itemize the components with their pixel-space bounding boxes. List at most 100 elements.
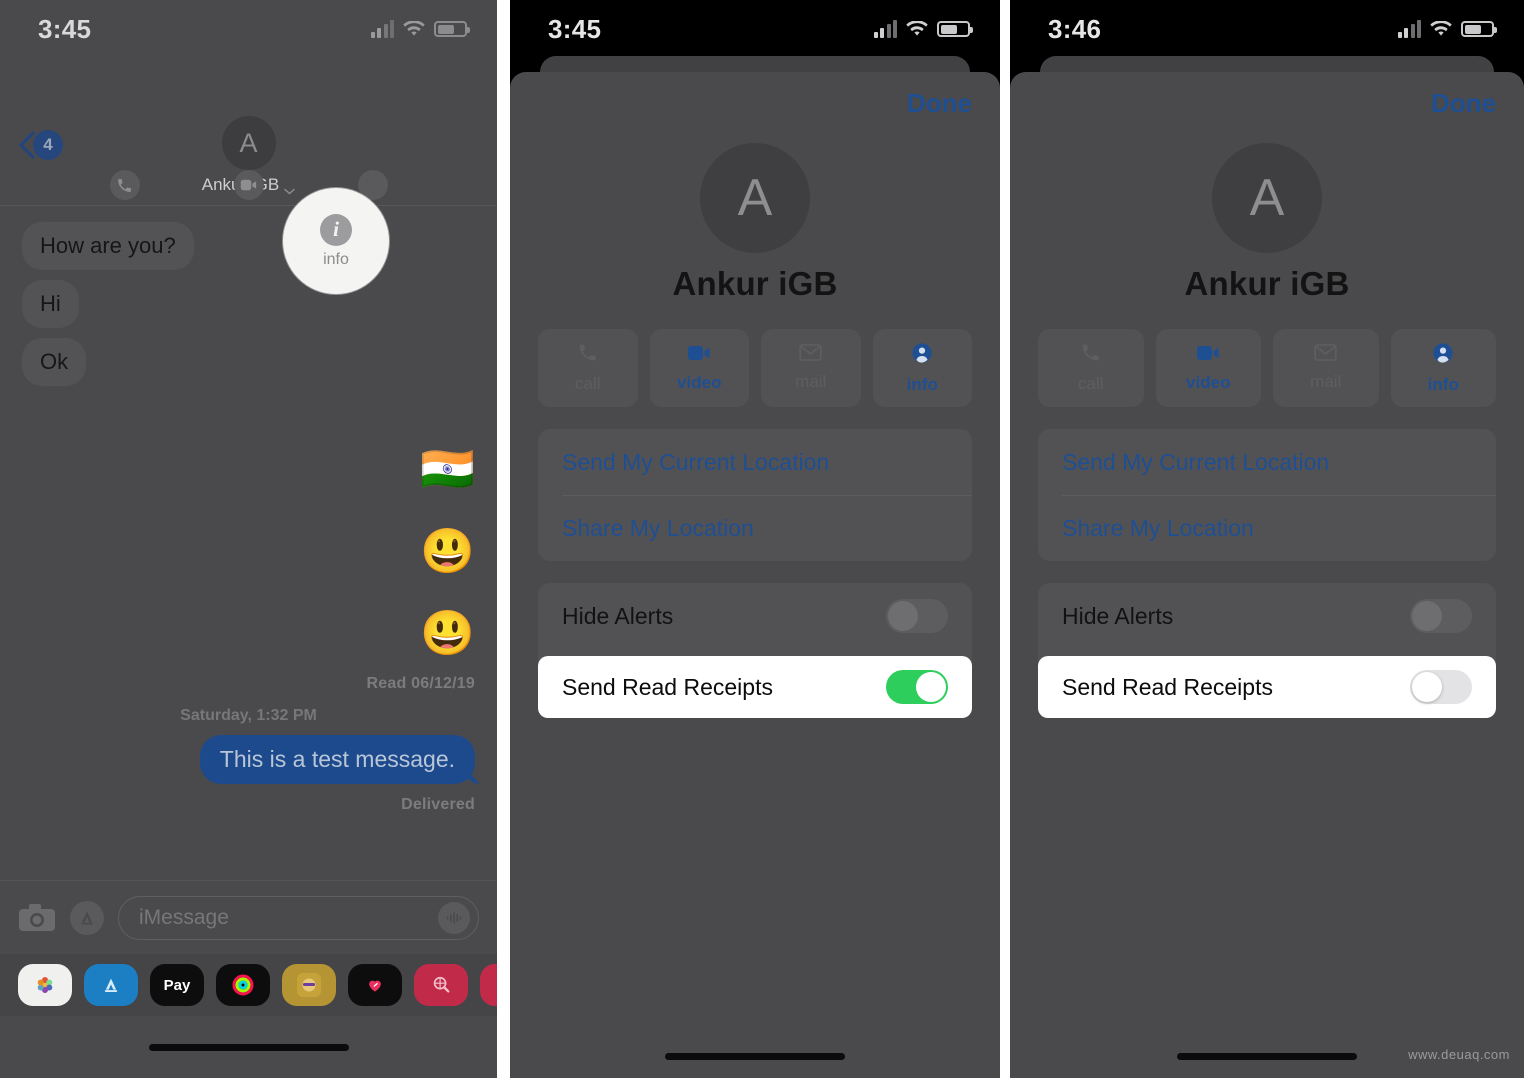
- send-read-receipts-label: Send Read Receipts: [562, 673, 773, 700]
- tile-info[interactable]: info: [1390, 329, 1496, 407]
- message-row: How are you?: [22, 222, 475, 280]
- send-read-receipts-toggle[interactable]: [886, 670, 948, 704]
- panel-details-read-receipts-on: 3:45 Done A Ankur iGB call video mail in…: [510, 0, 1000, 1078]
- memoji-app-icon[interactable]: [282, 964, 336, 1006]
- share-my-location-row[interactable]: Share My Location: [1038, 495, 1496, 561]
- status-bar-time: 3:45: [38, 13, 92, 44]
- send-current-location-row[interactable]: Send My Current Location: [538, 429, 972, 495]
- avatar: A: [700, 143, 810, 253]
- message-row: 😃: [22, 520, 475, 584]
- status-bar: 3:45: [510, 0, 1000, 58]
- music-app-icon[interactable]: [480, 964, 497, 1006]
- imessage-app-drawer[interactable]: Pay: [0, 954, 497, 1016]
- send-current-location-row[interactable]: Send My Current Location: [1038, 429, 1496, 495]
- apple-pay-app-icon[interactable]: Pay: [150, 964, 204, 1006]
- hide-alerts-label: Hide Alerts: [562, 602, 674, 629]
- outgoing-bubble: This is a test message.: [199, 735, 475, 785]
- wifi-icon: [1430, 20, 1452, 38]
- contact-name: Ankur iGB: [672, 265, 838, 302]
- location-group: Send My Current Location Share My Locati…: [1038, 429, 1496, 561]
- message-row: Ok: [22, 338, 475, 396]
- info-button-label: info: [323, 250, 349, 268]
- envelope-icon: [1314, 344, 1337, 366]
- cellular-signal-icon: [370, 20, 394, 38]
- hide-alerts-row[interactable]: Hide Alerts: [1038, 583, 1496, 649]
- image-search-app-icon[interactable]: [414, 964, 468, 1006]
- contact-name: Ankur iGB: [1184, 265, 1350, 302]
- tile-video[interactable]: video: [649, 329, 749, 407]
- panel-divider: [1000, 0, 1010, 1078]
- outgoing-emoji: 😃: [420, 608, 475, 658]
- status-bar-time: 3:46: [1048, 13, 1102, 44]
- cellular-signal-icon: [1397, 20, 1421, 38]
- audio-waveform-icon[interactable]: [438, 901, 470, 934]
- app-store-icon[interactable]: [70, 900, 104, 935]
- home-indicator[interactable]: [1177, 1053, 1357, 1060]
- share-my-location-row[interactable]: Share My Location: [538, 495, 972, 561]
- panel-divider: [497, 0, 510, 1078]
- phone-icon: [109, 170, 140, 200]
- tile-call-label: call: [1077, 374, 1104, 393]
- delivery-status: Delivered: [22, 796, 475, 814]
- imessage-input[interactable]: iMessage: [118, 895, 479, 940]
- activity-rings-app-icon[interactable]: [216, 964, 270, 1006]
- battery-icon: [434, 21, 470, 37]
- delivery-status-text: Delivered: [401, 796, 475, 814]
- panel-messages-conversation: 3:45 4 A Ankur iGB i info How are you? H…: [0, 0, 497, 1078]
- photos-app-icon[interactable]: [18, 964, 72, 1006]
- hide-alerts-toggle[interactable]: [886, 599, 948, 633]
- cellular-signal-icon: [873, 20, 897, 38]
- send-read-receipts-row[interactable]: Send Read Receipts: [1038, 656, 1496, 718]
- tile-call[interactable]: call: [538, 329, 638, 407]
- home-indicator-area: [0, 1016, 497, 1078]
- avatar: A: [221, 116, 276, 170]
- hide-alerts-label: Hide Alerts: [1062, 602, 1174, 629]
- message-row: 🇮🇳: [22, 438, 475, 502]
- tile-call-label: call: [574, 374, 601, 393]
- tile-mail[interactable]: mail: [761, 329, 861, 407]
- conversation-header: 4 A Ankur iGB audio: [0, 58, 497, 294]
- person-circle-icon: [1432, 342, 1454, 369]
- incoming-bubble: How are you?: [22, 222, 194, 270]
- contact-action-tiles: call video mail info: [538, 329, 972, 407]
- send-read-receipts-label: Send Read Receipts: [1062, 673, 1273, 700]
- send-read-receipts-row[interactable]: Send Read Receipts: [538, 656, 972, 718]
- location-group: Send My Current Location Share My Locati…: [538, 429, 972, 561]
- outgoing-emoji: 🇮🇳: [420, 445, 475, 494]
- message-row: 😃: [22, 602, 475, 666]
- message-list[interactable]: How are you? Hi Ok 🇮🇳 😃 😃 Read 06/12/19 …: [0, 206, 497, 966]
- tile-video[interactable]: video: [1155, 329, 1261, 407]
- timestamp-divider: Saturday, 1:32 PM: [180, 707, 317, 725]
- tile-call[interactable]: call: [1038, 329, 1144, 407]
- home-indicator-area: [510, 1053, 1000, 1060]
- tile-mail-label: mail: [795, 372, 827, 391]
- incoming-bubble: Ok: [22, 338, 87, 386]
- share-my-location-label: Share My Location: [1062, 514, 1254, 541]
- watermark: www.deuaq.com: [1408, 1047, 1510, 1062]
- camera-icon[interactable]: [18, 903, 56, 933]
- incoming-bubble: Hi: [22, 280, 79, 328]
- home-indicator[interactable]: [148, 1043, 349, 1051]
- message-row: This is a test message.: [22, 735, 475, 785]
- done-button[interactable]: Done: [907, 88, 972, 119]
- video-icon: [233, 170, 264, 200]
- tile-mail[interactable]: mail: [1273, 329, 1379, 407]
- digital-touch-app-icon[interactable]: [348, 964, 402, 1006]
- home-indicator[interactable]: [665, 1053, 845, 1060]
- info-button-highlight[interactable]: i info: [283, 188, 389, 294]
- hide-alerts-toggle[interactable]: [1410, 599, 1472, 633]
- battery-icon: [1461, 21, 1497, 37]
- hide-alerts-row[interactable]: Hide Alerts: [538, 583, 972, 649]
- send-current-location-label: Send My Current Location: [1062, 448, 1330, 475]
- status-bar-time: 3:45: [548, 13, 602, 44]
- tile-info[interactable]: info: [872, 329, 972, 407]
- app-store-app-icon[interactable]: [84, 964, 138, 1006]
- read-receipt-text: Read 06/12/19: [366, 675, 475, 693]
- done-button[interactable]: Done: [1431, 88, 1496, 119]
- person-circle-icon: [911, 342, 933, 369]
- contact-action-tiles: call video mail info: [1038, 329, 1496, 407]
- phone-icon: [577, 342, 598, 368]
- tile-video-label: video: [1186, 372, 1231, 392]
- compose-bar: iMessage: [0, 880, 497, 954]
- send-read-receipts-toggle[interactable]: [1410, 670, 1472, 704]
